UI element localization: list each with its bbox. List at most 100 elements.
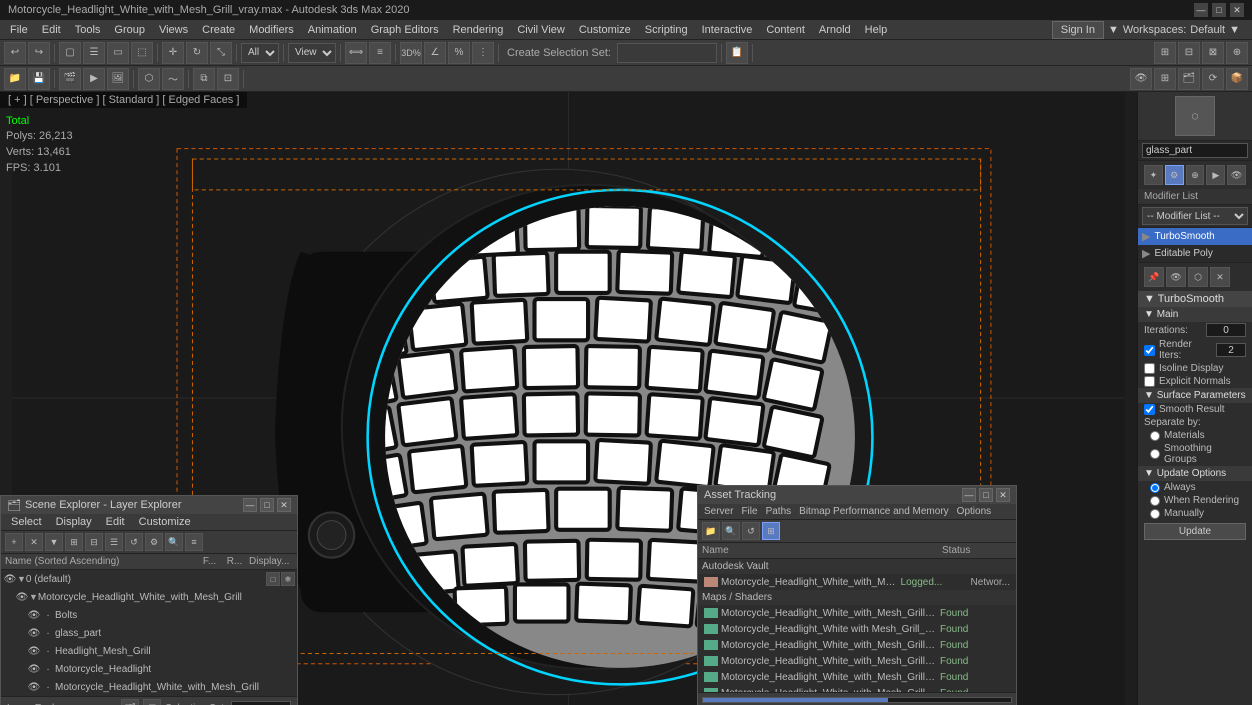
at-tb-2[interactable]: 🔍 xyxy=(722,522,740,540)
le-select-all-btn[interactable]: ☰ xyxy=(105,533,123,551)
layer-manager-btn[interactable]: ⊞ xyxy=(1154,68,1176,90)
viewport-config-btn[interactable]: ⧉ xyxy=(193,68,215,90)
maximize-btn[interactable]: □ xyxy=(1212,3,1226,17)
at-group-vault[interactable]: Autodesk Vault xyxy=(698,559,1016,574)
at-item-reflection[interactable]: Motorcycle_Headlight_White_with_Mesh_Gri… xyxy=(698,653,1016,669)
open-scene-btn[interactable]: 📁 xyxy=(4,68,26,90)
schematic-view-btn[interactable]: ⟳ xyxy=(1202,68,1224,90)
surface-params-section[interactable]: ▼ Surface Parameters xyxy=(1138,388,1252,403)
display-panel-btn[interactable]: 👁 xyxy=(1227,165,1246,185)
layer-item-headlight[interactable]: 👁 · Motorcycle_Headlight xyxy=(1,660,297,678)
smooth-result-checkbox[interactable] xyxy=(1144,404,1155,415)
mirror-btn[interactable]: ⟺ xyxy=(345,42,367,64)
rotate-btn[interactable]: ↻ xyxy=(186,42,208,64)
le-footer-btn2[interactable]: ☰ xyxy=(143,699,161,705)
filter-dropdown[interactable]: All xyxy=(241,43,279,63)
menu-graph-editors[interactable]: Graph Editors xyxy=(365,20,445,40)
at-tb-3[interactable]: ↺ xyxy=(742,522,760,540)
at-item-refraction[interactable]: Motorcycle_Headlight_White_with_Mesh_Gri… xyxy=(698,669,1016,685)
layer-item-mesh-grill[interactable]: 👁 · Headlight_Mesh_Grill xyxy=(1,642,297,660)
menu-customize[interactable]: Customize xyxy=(573,20,637,40)
turbosmooth-header[interactable]: ▼ TurboSmooth xyxy=(1138,291,1252,307)
at-menu-bitmap[interactable]: Bitmap Performance and Memory xyxy=(799,506,949,517)
always-radio[interactable] xyxy=(1150,483,1160,493)
isoline-checkbox[interactable] xyxy=(1144,363,1155,374)
update-btn[interactable]: Update xyxy=(1144,523,1246,540)
at-tb-4[interactable]: ⊞ xyxy=(762,522,780,540)
le-filter-btn[interactable]: ▼ xyxy=(45,533,63,551)
le-menu-display[interactable]: Display xyxy=(50,515,98,529)
le-menu-customize[interactable]: Customize xyxy=(133,515,197,529)
undo-btn[interactable]: ↩ xyxy=(4,42,26,64)
at-item-roughness[interactable]: Motorcycle_Headlight_White_with_Mesh_Gri… xyxy=(698,685,1016,692)
manually-radio[interactable] xyxy=(1150,509,1160,519)
le-collapse-btn[interactable]: ⊟ xyxy=(85,533,103,551)
3d-snap-btn[interactable]: 3D% xyxy=(400,42,422,64)
display-panel-btn[interactable]: 👁 xyxy=(1130,68,1152,90)
move-btn[interactable]: ✛ xyxy=(162,42,184,64)
at-item-metallic[interactable]: Motorcycle_Headlight_White with Mesh_Gri… xyxy=(698,621,1016,637)
render-iters-checkbox[interactable] xyxy=(1144,345,1155,356)
le-close-btn[interactable]: ✕ xyxy=(277,498,291,512)
at-item-basecolor[interactable]: Motorcycle_Headlight_White_with_Mesh_Gri… xyxy=(698,605,1016,621)
eye-icon-mesh[interactable]: 👁 xyxy=(27,646,41,657)
modifier-turbosmooth[interactable]: ▶ TurboSmooth xyxy=(1138,228,1252,245)
layer-item-0-default[interactable]: 👁 ▼ 0 (default) □ ❄ xyxy=(1,570,297,588)
materials-radio[interactable] xyxy=(1150,431,1160,441)
viewport-layout-btn[interactable]: ⊡ xyxy=(217,68,239,90)
le-delete-btn[interactable]: ✕ xyxy=(25,533,43,551)
menu-rendering[interactable]: Rendering xyxy=(447,20,510,40)
redo-btn[interactable]: ↪ xyxy=(28,42,50,64)
close-btn[interactable]: ✕ xyxy=(1230,3,1244,17)
layer-item-mc-full[interactable]: 👁 · Motorcycle_Headlight_White_with_Mesh… xyxy=(1,678,297,696)
object-name-input[interactable] xyxy=(1142,143,1248,158)
modifier-editable-poly[interactable]: ▶ Editable Poly xyxy=(1138,245,1252,262)
scene-explorer-btn[interactable]: 🗂 xyxy=(1178,68,1200,90)
select-by-name-btn[interactable]: ☰ xyxy=(83,42,105,64)
create-selection-input[interactable] xyxy=(617,43,717,63)
remove-modifier-btn[interactable]: ✕ xyxy=(1210,267,1230,287)
mirror-btn2[interactable]: ⊞ xyxy=(1154,42,1176,64)
menu-create[interactable]: Create xyxy=(196,20,241,40)
menu-interactive[interactable]: Interactive xyxy=(696,20,759,40)
select-object-btn[interactable]: ▢ xyxy=(59,42,81,64)
smoothing-groups-radio[interactable] xyxy=(1150,449,1160,459)
menu-content[interactable]: Content xyxy=(760,20,811,40)
layer-item-bolts[interactable]: 👁 · Bolts xyxy=(1,606,297,624)
clone-and-align-btn[interactable]: ⊕ xyxy=(1226,42,1248,64)
le-menu-edit[interactable]: Edit xyxy=(100,515,131,529)
view-dropdown[interactable]: View xyxy=(288,43,336,63)
le-menu-select[interactable]: Select xyxy=(5,515,48,529)
create-panel-btn[interactable]: ✦ xyxy=(1144,165,1163,185)
menu-group[interactable]: Group xyxy=(108,20,151,40)
when-rendering-radio[interactable] xyxy=(1150,496,1160,506)
save-scene-btn[interactable]: 💾 xyxy=(28,68,50,90)
modifier-list-dropdown[interactable]: -- Modifier List -- xyxy=(1142,207,1248,225)
expand-icon-0[interactable]: ▼ xyxy=(17,574,26,584)
signin-button[interactable]: Sign In xyxy=(1052,21,1104,39)
make-unique-btn[interactable]: ⬡ xyxy=(1188,267,1208,287)
at-menu-options[interactable]: Options xyxy=(957,506,991,517)
minimize-btn[interactable]: — xyxy=(1194,3,1208,17)
at-close-btn[interactable]: ✕ xyxy=(996,488,1010,502)
explicit-normals-checkbox[interactable] xyxy=(1144,376,1155,387)
viewport[interactable]: [ + ] [ Perspective ] [ Standard ] [ Edg… xyxy=(0,92,1137,705)
menu-views[interactable]: Views xyxy=(153,20,194,40)
le-minimize-btn[interactable]: — xyxy=(243,498,257,512)
main-section[interactable]: ▼ Main xyxy=(1138,307,1252,322)
at-item-normal[interactable]: Motorcycle_Headlight_White_with_Mesh_Gri… xyxy=(698,637,1016,653)
show-result-btn[interactable]: 👁 xyxy=(1166,267,1186,287)
eye-icon-bolts[interactable]: 👁 xyxy=(27,610,41,621)
curve-editor-btn[interactable]: 〜 xyxy=(162,68,184,90)
eye-icon-hl[interactable]: 👁 xyxy=(27,664,41,675)
workspace-dropdown-icon[interactable]: ▼ xyxy=(1229,24,1240,36)
menu-help[interactable]: Help xyxy=(859,20,894,40)
at-menu-file[interactable]: File xyxy=(741,506,757,517)
at-tb-1[interactable]: 📁 xyxy=(702,522,720,540)
update-options-section[interactable]: ▼ Update Options xyxy=(1138,466,1252,481)
menu-animation[interactable]: Animation xyxy=(302,20,363,40)
render-iters-input[interactable] xyxy=(1216,343,1246,357)
hierarchy-panel-btn[interactable]: ⊕ xyxy=(1186,165,1205,185)
render-setup-btn[interactable]: 🎬 xyxy=(59,68,81,90)
menu-modifiers[interactable]: Modifiers xyxy=(243,20,300,40)
